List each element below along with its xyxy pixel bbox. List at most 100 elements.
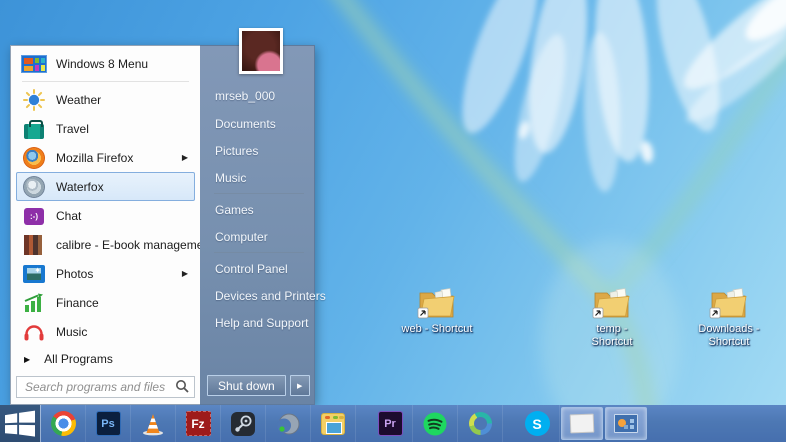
menu-item-computer[interactable]: Computer bbox=[200, 223, 314, 250]
menu-item-label: Windows 8 Menu bbox=[56, 56, 149, 71]
menu-item-label: Travel bbox=[56, 121, 89, 136]
menu-item-photos[interactable]: Photos ▶ bbox=[16, 259, 195, 288]
taskbar-app-photoshop[interactable]: Ps bbox=[86, 405, 131, 442]
photoshop-icon: Ps bbox=[95, 411, 121, 436]
menu-item-control-panel[interactable]: Control Panel bbox=[200, 255, 314, 282]
skype-icon: S bbox=[524, 411, 550, 436]
shutdown-options-arrow[interactable]: ▶ bbox=[289, 375, 310, 396]
submenu-arrow-icon: ▶ bbox=[181, 153, 188, 162]
daisy-petals bbox=[462, 0, 786, 192]
firefox-icon bbox=[21, 146, 47, 170]
bar-chart-icon bbox=[21, 291, 47, 315]
shortcut-label: Downloads - Shortcut bbox=[698, 323, 760, 348]
shortcut-label: temp - Shortcut bbox=[591, 323, 633, 348]
menu-item-label: Finance bbox=[56, 295, 99, 310]
start-button[interactable] bbox=[0, 405, 40, 442]
menu-item-weather[interactable]: Weather bbox=[16, 85, 195, 114]
all-programs[interactable]: ▶ All Programs bbox=[16, 346, 195, 372]
taskbar-app-spotify[interactable] bbox=[413, 405, 458, 442]
photo-icon bbox=[21, 262, 47, 286]
taskbar: Ps Fz Pr S bbox=[0, 405, 786, 442]
start-menu: Windows 8 Menu Weather Travel Mozilla Fi… bbox=[10, 45, 326, 405]
taskbar-app-teamspeak[interactable] bbox=[266, 405, 311, 442]
menu-item-documents[interactable]: Documents bbox=[200, 110, 314, 137]
menu-item-label: Mozilla Firefox bbox=[56, 150, 134, 165]
desktop: web - Shortcut temp - Shortcut Downloads… bbox=[0, 0, 786, 442]
taskbar-app-premiere[interactable]: Pr bbox=[368, 405, 413, 442]
taskbar-app-skype[interactable]: S bbox=[515, 405, 560, 442]
start-menu-right-panel: mrseb_000 Documents Pictures Music Games… bbox=[200, 45, 326, 405]
search-area bbox=[16, 376, 195, 398]
sun-icon bbox=[21, 88, 47, 112]
taskbar-spacer bbox=[356, 405, 368, 442]
chrome-icon bbox=[50, 411, 76, 436]
premiere-icon: Pr bbox=[377, 411, 403, 436]
shortcut-web[interactable]: web - Shortcut bbox=[395, 286, 479, 336]
menu-item-help-support[interactable]: Help and Support bbox=[200, 309, 314, 336]
search-icon bbox=[175, 379, 190, 399]
taskbar-app-vlc[interactable] bbox=[131, 405, 176, 442]
photo-viewer-icon bbox=[569, 413, 595, 434]
menu-item-devices-printers[interactable]: Devices and Printers bbox=[200, 282, 326, 309]
menu-divider bbox=[214, 252, 304, 253]
user-name[interactable]: mrseb_000 bbox=[200, 82, 314, 110]
menu-item-music[interactable]: Music bbox=[16, 317, 195, 346]
suitcase-icon bbox=[21, 117, 47, 141]
menu-divider bbox=[214, 193, 304, 194]
spotify-icon bbox=[423, 412, 447, 435]
taskbar-app-chrome[interactable] bbox=[41, 405, 86, 442]
menu-item-label: Chat bbox=[56, 208, 82, 223]
menu-item-label: Weather bbox=[56, 92, 102, 107]
menu-item-games[interactable]: Games bbox=[200, 196, 314, 223]
folder-shortcut-icon bbox=[709, 288, 747, 319]
menu-item-waterfox[interactable]: Waterfox bbox=[16, 172, 195, 201]
windows8-tile-icon bbox=[21, 52, 47, 76]
menu-item-label: Music bbox=[56, 324, 88, 339]
search-input[interactable] bbox=[16, 376, 195, 398]
menu-item-pictures[interactable]: Pictures bbox=[200, 137, 314, 164]
menu-item-travel[interactable]: Travel bbox=[16, 114, 195, 143]
shortcut-temp[interactable]: temp - Shortcut bbox=[570, 286, 654, 349]
shutdown-area: Shut down ▶ bbox=[207, 375, 310, 396]
submenu-arrow-icon: ▶ bbox=[181, 269, 188, 278]
waterfox-globe-icon bbox=[21, 175, 47, 199]
menu-divider bbox=[22, 81, 189, 82]
menu-item-finance[interactable]: Finance bbox=[16, 288, 195, 317]
taskbar-spacer bbox=[503, 405, 515, 442]
menu-item-label: Photos bbox=[56, 266, 94, 281]
display-settings-icon bbox=[614, 414, 638, 433]
all-programs-label: All Programs bbox=[44, 352, 113, 366]
taskbar-app-display-settings[interactable] bbox=[605, 407, 647, 440]
chat-bubble-icon: :-) bbox=[21, 204, 47, 228]
menu-item-mozilla-firefox[interactable]: Mozilla Firefox ▶ bbox=[16, 143, 195, 172]
steam-icon bbox=[231, 411, 255, 436]
vlc-cone-icon bbox=[143, 413, 163, 435]
all-programs-arrow-icon: ▶ bbox=[24, 354, 31, 364]
headphones-icon bbox=[21, 320, 47, 344]
image-gallery-icon bbox=[321, 412, 345, 435]
taskbar-app-steam[interactable] bbox=[221, 405, 266, 442]
shortcut-downloads[interactable]: Downloads - Shortcut bbox=[687, 286, 771, 349]
teamspeak-icon bbox=[277, 413, 300, 434]
menu-item-calibre[interactable]: calibre - E-book management bbox=[16, 230, 213, 259]
taskbar-app-image-gallery[interactable] bbox=[311, 405, 356, 442]
shutdown-button[interactable]: Shut down bbox=[207, 375, 286, 396]
menu-item-label: calibre - E-book management bbox=[56, 237, 214, 252]
menu-item-music-library[interactable]: Music bbox=[200, 164, 314, 191]
windows-logo-icon bbox=[5, 410, 35, 437]
folder-shortcut-icon bbox=[417, 288, 455, 319]
folder-shortcut-icon bbox=[592, 288, 630, 319]
user-avatar[interactable] bbox=[239, 28, 283, 74]
filezilla-icon: Fz bbox=[185, 411, 211, 436]
avatar-photo bbox=[242, 31, 280, 71]
start-menu-left-panel: Windows 8 Menu Weather Travel Mozilla Fi… bbox=[10, 45, 213, 405]
taskbar-app-photo-viewer[interactable] bbox=[561, 407, 603, 440]
menu-item-label: Waterfox bbox=[56, 179, 104, 194]
menu-item-windows8-menu[interactable]: Windows 8 Menu bbox=[16, 49, 195, 78]
taskbar-app-filezilla[interactable]: Fz bbox=[176, 405, 221, 442]
shortcut-label: web - Shortcut bbox=[401, 323, 473, 335]
taskbar-app-color-ring[interactable] bbox=[458, 405, 503, 442]
menu-item-chat[interactable]: :-) Chat bbox=[16, 201, 195, 230]
color-ring-icon bbox=[468, 412, 492, 435]
books-icon bbox=[21, 233, 47, 257]
